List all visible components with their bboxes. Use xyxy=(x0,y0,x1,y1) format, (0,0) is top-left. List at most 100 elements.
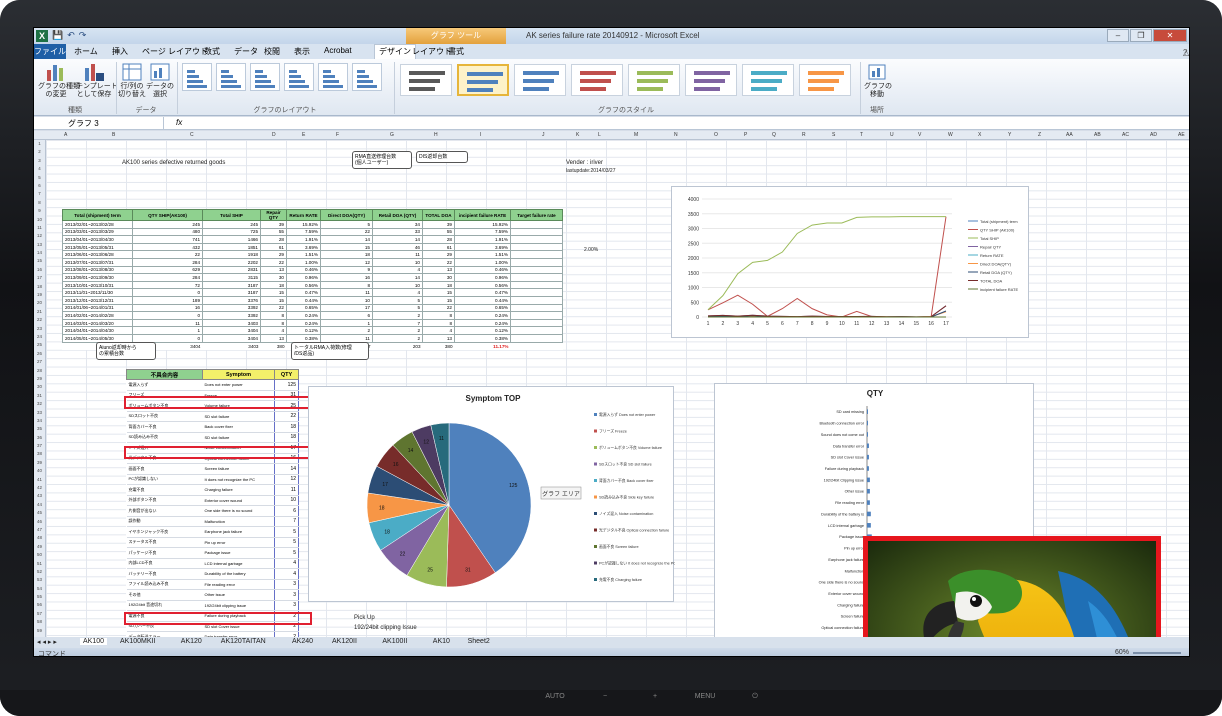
pie-chart[interactable]: Symptom TOP 125 31 25 22 18 18 17 16 14 12 11 電源入らず … xyxy=(308,386,676,602)
column-header[interactable]: AE xyxy=(1178,132,1185,138)
table-cell[interactable]: 432 xyxy=(132,242,203,252)
table-cell[interactable] xyxy=(510,257,563,267)
table-cell[interactable]: 0.47% xyxy=(286,288,321,297)
table-cell[interactable]: 13 xyxy=(260,265,287,275)
name-box[interactable]: グラフ 3 xyxy=(34,117,164,130)
chart-style-thumb[interactable] xyxy=(742,64,794,96)
column-header[interactable]: W xyxy=(948,132,953,138)
row-header[interactable]: 37 xyxy=(34,442,45,450)
sheet-tab[interactable]: AK120TAITAN xyxy=(221,638,266,645)
symptom-cell[interactable]: It does not recognize the PC xyxy=(202,474,275,485)
table-cell[interactable]: 9 xyxy=(320,265,373,275)
table-cell[interactable]: 29 xyxy=(260,250,287,259)
row-header[interactable]: 4 xyxy=(34,165,45,173)
save-template-button[interactable]: テンプレート として保存 xyxy=(76,62,118,99)
symptom-cell[interactable]: Charging failure xyxy=(202,484,275,496)
table-cell[interactable]: 3392 xyxy=(202,311,261,320)
table-cell[interactable]: 14 xyxy=(372,235,423,244)
chart-layout-thumb[interactable] xyxy=(216,63,246,91)
chart-style-thumb[interactable] xyxy=(457,64,509,96)
symptom-cell[interactable]: 18 xyxy=(274,421,299,433)
symptom-cell[interactable]: SDスロット不良 xyxy=(126,411,203,422)
row-header[interactable]: 39 xyxy=(34,459,45,467)
sheet-tab[interactable]: AK100MKII xyxy=(120,638,155,645)
switch-row-column-button[interactable]: 行/列の 切り替え xyxy=(118,62,146,99)
symptom-cell[interactable]: SD slot failure xyxy=(202,411,275,422)
symptom-cell[interactable]: Screen failure xyxy=(202,463,275,475)
table-cell[interactable]: 629 xyxy=(132,265,203,275)
symptom-cell[interactable]: 5 xyxy=(274,547,299,559)
sheet-tab[interactable]: AK10 xyxy=(433,638,450,645)
table-cell[interactable]: 5 xyxy=(372,303,423,313)
symptom-cell[interactable]: Other issue xyxy=(202,589,275,601)
symptom-cell[interactable]: 外部ボタン不良 xyxy=(126,495,203,506)
table-cell[interactable]: 15 xyxy=(260,295,287,305)
row-header[interactable]: 27 xyxy=(34,358,45,366)
table-cell[interactable]: 0.96% xyxy=(454,273,511,282)
column-header[interactable]: G xyxy=(390,132,394,138)
symptom-cell[interactable]: 10 xyxy=(274,495,299,506)
table-cell[interactable]: 1851 xyxy=(202,242,261,252)
chart-style-thumb[interactable] xyxy=(571,64,623,96)
table-cell[interactable] xyxy=(510,280,563,290)
table-cell[interactable]: 2013/04/01~2013/04/30 xyxy=(62,235,133,244)
table-cell[interactable]: 0.65% xyxy=(454,303,511,313)
chart-style-thumb[interactable] xyxy=(514,64,566,96)
cell-area[interactable]: AK100 series defective returned goods Ve… xyxy=(46,140,1189,637)
symptom-cell[interactable]: Durability of the battery xyxy=(202,568,275,580)
table-cell[interactable]: 2013/09/01~2013/09/30 xyxy=(62,273,133,282)
symptom-cell[interactable]: 11 xyxy=(274,484,299,496)
table-cell[interactable]: 3404 xyxy=(202,326,261,335)
table-cell[interactable]: 3187 xyxy=(202,288,261,297)
table-cell[interactable]: 61 xyxy=(422,242,455,252)
table-cell[interactable] xyxy=(510,235,563,244)
table-cell[interactable]: 30 xyxy=(260,273,287,282)
column-header[interactable]: F xyxy=(336,132,339,138)
table-cell[interactable] xyxy=(510,326,563,335)
row-header[interactable]: 11 xyxy=(34,224,45,232)
column-header[interactable]: X xyxy=(978,132,981,138)
symptom-cell[interactable]: 192/24bit clipping issue xyxy=(202,600,275,611)
row-header[interactable]: 6 xyxy=(34,182,45,190)
ribbon-tab[interactable]: 数式 xyxy=(204,46,220,57)
row-header[interactable]: 17 xyxy=(34,274,45,282)
symptom-cell[interactable]: 電源入らず xyxy=(126,379,203,391)
ribbon-tab[interactable]: データ xyxy=(234,46,258,57)
symptom-cell[interactable]: Back cover fixer xyxy=(202,421,275,433)
table-cell[interactable]: 0.44% xyxy=(454,295,511,305)
row-header[interactable]: 23 xyxy=(34,325,45,333)
sheet-nav-arrows[interactable]: ◂ ◂ ▸ ▸ xyxy=(37,638,57,646)
symptom-cell[interactable]: Earphone jack failure xyxy=(202,526,275,538)
row-header[interactable]: 8 xyxy=(34,199,45,207)
table-cell[interactable]: 39 xyxy=(260,220,287,229)
table-cell[interactable]: 2014/04/01~2014/04/30 xyxy=(62,326,133,335)
table-cell[interactable]: 189 xyxy=(132,295,203,305)
table-cell[interactable]: 5 xyxy=(372,295,423,305)
table-cell[interactable]: 741 xyxy=(132,235,203,244)
column-header[interactable]: V xyxy=(918,132,921,138)
column-header[interactable]: AD xyxy=(1150,132,1157,138)
sheet-tab[interactable]: AK120II xyxy=(332,638,357,645)
symptom-cell[interactable]: 充電不良 xyxy=(126,484,203,496)
symptom-cell[interactable]: 6 xyxy=(274,505,299,517)
line-chart[interactable]: 4000 3500 3000 2500 2000 1500 1000 500 0 1 2 3 4 5 6 7 8… xyxy=(671,186,1029,338)
table-cell[interactable]: 1918 xyxy=(202,250,261,259)
table-cell[interactable]: 13 xyxy=(422,265,455,275)
table-cell[interactable]: 1.51% xyxy=(454,250,511,259)
table-cell[interactable]: 2013/06/01~2013/06/28 xyxy=(62,250,133,259)
table-cell[interactable]: 13 xyxy=(422,333,455,343)
table-cell[interactable]: 0.56% xyxy=(454,280,511,290)
table-cell[interactable]: 18 xyxy=(320,250,373,259)
table-cell[interactable]: 0.46% xyxy=(454,265,511,275)
symptom-cell[interactable]: 14 xyxy=(274,463,299,475)
row-header[interactable]: 47 xyxy=(34,526,45,534)
ribbon-tab[interactable]: ページ レイアウト xyxy=(142,46,208,57)
table-cell[interactable]: 245 xyxy=(132,220,203,229)
row-header[interactable]: 44 xyxy=(34,501,45,509)
chart-layout-thumb[interactable] xyxy=(284,63,314,91)
symptom-cell[interactable]: Package issue xyxy=(202,547,275,559)
column-header[interactable]: C xyxy=(190,132,194,138)
table-cell[interactable]: 1.91% xyxy=(286,235,321,244)
table-cell[interactable]: 8 xyxy=(422,311,455,320)
table-cell[interactable]: 22 xyxy=(422,303,455,313)
